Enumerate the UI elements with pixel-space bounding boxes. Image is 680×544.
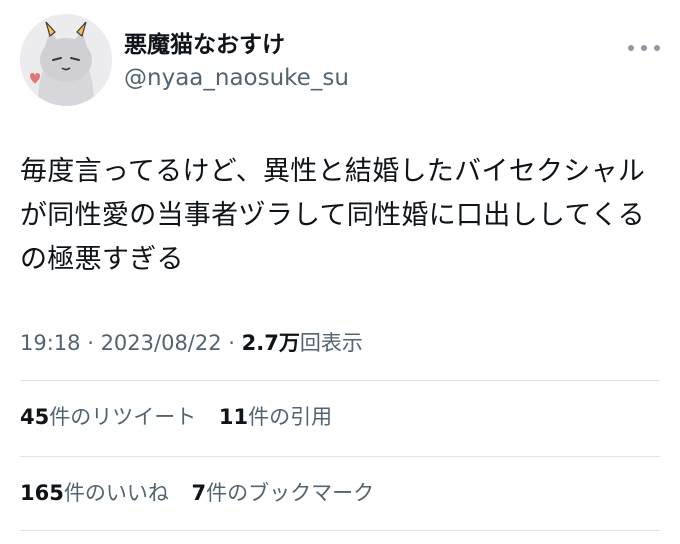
retweets-stat[interactable]: 45件のリツイート	[20, 402, 196, 432]
stats-row-retweets: 45件のリツイート 11件の引用	[20, 402, 660, 432]
cat-avatar-icon[interactable]	[20, 14, 112, 106]
separator: ·	[80, 331, 101, 355]
quotes-label: 件の引用	[248, 405, 333, 429]
author-names: 悪魔猫なおすけ @nyaa_naosuke_su	[124, 30, 349, 94]
bookmarks-stat[interactable]: 7件のブックマーク	[192, 478, 375, 508]
separator: ·	[221, 331, 242, 355]
divider	[20, 530, 660, 531]
tweet-date[interactable]: 2023/08/22	[101, 331, 222, 355]
tweet-header: 悪魔猫なおすけ @nyaa_naosuke_su	[20, 14, 660, 114]
retweets-label: 件のリツイート	[49, 405, 197, 429]
divider	[20, 456, 660, 457]
likes-stat[interactable]: 165件のいいね	[20, 478, 169, 508]
quotes-stat[interactable]: 11件の引用	[219, 402, 332, 432]
dot	[628, 45, 634, 51]
dot	[654, 45, 660, 51]
likes-count: 165	[20, 481, 64, 505]
views-label: 回表示	[299, 331, 363, 355]
display-name[interactable]: 悪魔猫なおすけ	[124, 30, 349, 60]
stats-row-likes: 165件のいいね 7件のブックマーク	[20, 478, 660, 508]
views-count: 2.7万	[241, 331, 300, 355]
tweet-meta: 19:18 · 2023/08/22 · 2.7万回表示	[20, 328, 660, 358]
bookmarks-label: 件のブックマーク	[206, 481, 375, 505]
dot	[641, 45, 647, 51]
tweet-time[interactable]: 19:18	[20, 331, 81, 355]
retweets-count: 45	[20, 405, 50, 429]
likes-label: 件のいいね	[63, 481, 169, 505]
quotes-count: 11	[218, 405, 249, 429]
bookmarks-count: 7	[191, 481, 207, 505]
ellipsis-icon[interactable]	[628, 38, 660, 58]
divider	[20, 380, 660, 381]
tweet-text: 毎度言ってるけど、異性と結婚したバイセクシャルが同性愛の当事者ヅラして同性婚に口…	[20, 156, 646, 275]
user-handle[interactable]: @nyaa_naosuke_su	[124, 62, 349, 94]
